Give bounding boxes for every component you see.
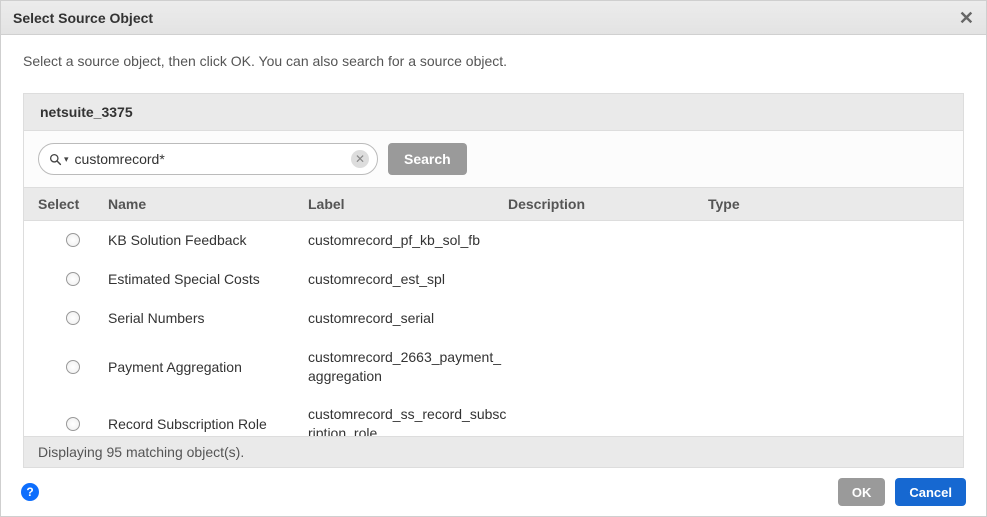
dialog-body: Select a source object, then click OK. Y… <box>1 35 986 468</box>
status-bar: Displaying 95 matching object(s). <box>24 436 963 467</box>
col-header-select: Select <box>38 196 108 212</box>
dialog-title: Select Source Object <box>13 10 959 26</box>
select-radio[interactable] <box>66 311 80 325</box>
cell-name: Record Subscription Role <box>108 416 308 432</box>
cell-name: Serial Numbers <box>108 310 308 326</box>
table-row[interactable]: Serial Numbers customrecord_serial <box>24 299 963 338</box>
clear-search-icon[interactable]: ✕ <box>351 150 369 168</box>
col-header-label: Label <box>308 196 508 212</box>
source-panel: netsuite_3375 ▾ ✕ Search Select Name Lab… <box>23 93 964 468</box>
table-header: Select Name Label Description Type <box>24 187 963 221</box>
dialog-instructions: Select a source object, then click OK. Y… <box>23 53 964 69</box>
search-input[interactable] <box>69 151 351 167</box>
table-row[interactable]: Record Subscription Role customrecord_ss… <box>24 395 963 436</box>
dialog-footer: ? OK Cancel <box>1 468 986 516</box>
close-icon[interactable]: ✕ <box>959 9 974 27</box>
dialog-titlebar: Select Source Object ✕ <box>1 1 986 35</box>
search-icon[interactable]: ▾ <box>49 153 69 166</box>
col-header-name: Name <box>108 196 308 212</box>
cell-name: Estimated Special Costs <box>108 271 308 287</box>
search-input-wrap: ▾ ✕ <box>38 143 378 175</box>
col-header-description: Description <box>508 196 708 212</box>
select-source-object-dialog: Select Source Object ✕ Select a source o… <box>0 0 987 517</box>
cell-name: Payment Aggregation <box>108 359 308 375</box>
cell-label: customrecord_serial <box>308 309 508 328</box>
col-header-type: Type <box>708 196 949 212</box>
table-row[interactable]: Estimated Special Costs customrecord_est… <box>24 260 963 299</box>
table-row[interactable]: KB Solution Feedback customrecord_pf_kb_… <box>24 221 963 260</box>
cell-label: customrecord_pf_kb_sol_fb <box>308 231 508 250</box>
cancel-button[interactable]: Cancel <box>895 478 966 506</box>
select-radio[interactable] <box>66 417 80 431</box>
table-row[interactable]: Payment Aggregation customrecord_2663_pa… <box>24 338 963 396</box>
search-button[interactable]: Search <box>388 143 467 175</box>
select-radio[interactable] <box>66 233 80 247</box>
select-radio[interactable] <box>66 272 80 286</box>
ok-button[interactable]: OK <box>838 478 886 506</box>
search-row: ▾ ✕ Search <box>24 131 963 187</box>
table-body[interactable]: KB Solution Feedback customrecord_pf_kb_… <box>24 221 963 436</box>
cell-name: KB Solution Feedback <box>108 232 308 248</box>
help-icon[interactable]: ? <box>21 483 39 501</box>
cell-label: customrecord_est_spl <box>308 270 508 289</box>
select-radio[interactable] <box>66 360 80 374</box>
cell-label: customrecord_2663_payment_aggregation <box>308 348 508 386</box>
cell-label: customrecord_ss_record_subscription_role <box>308 405 508 436</box>
panel-header: netsuite_3375 <box>24 94 963 131</box>
